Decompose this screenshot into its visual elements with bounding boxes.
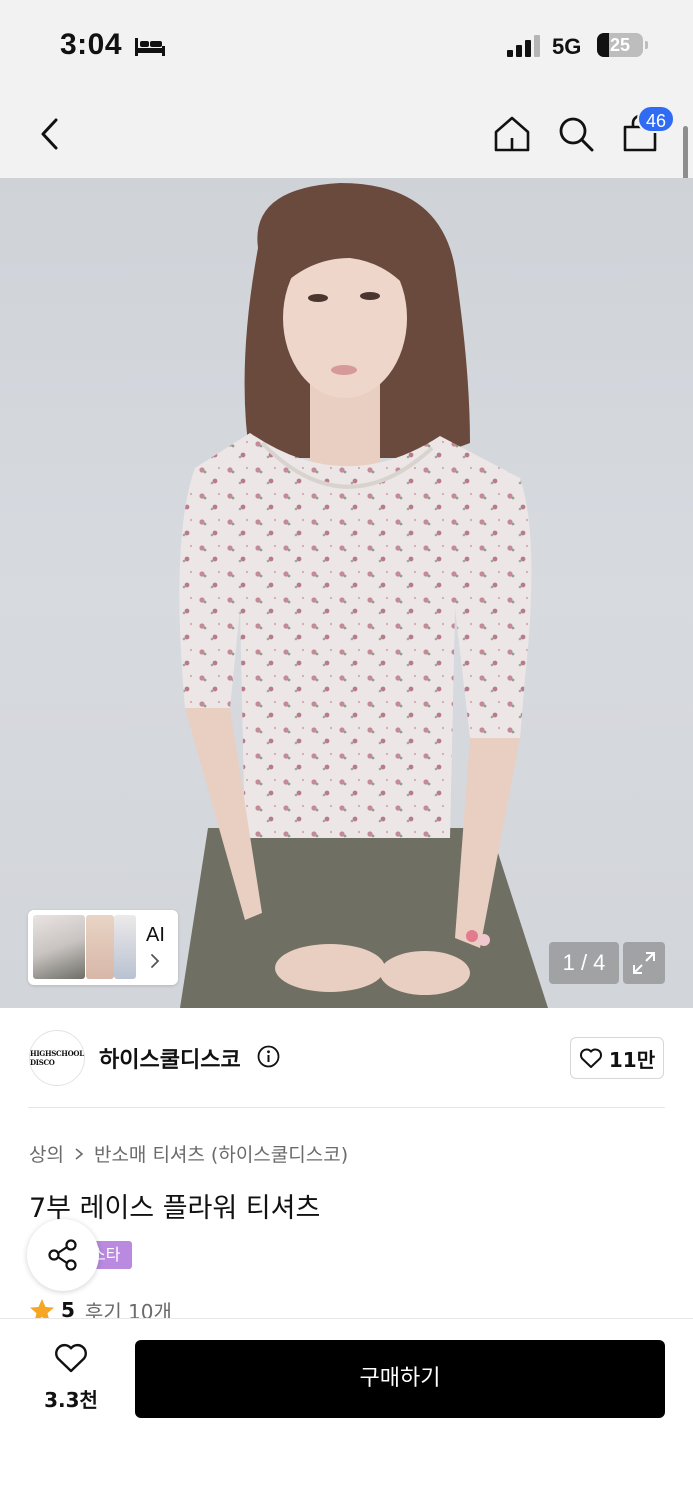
back-arrow-icon: [41, 118, 58, 150]
divider: [28, 1107, 665, 1108]
back-button[interactable]: [22, 90, 78, 178]
brand-name[interactable]: 하이스쿨디스코: [99, 1042, 241, 1074]
ai-style-card[interactable]: AI: [28, 910, 178, 985]
network-label: 5G: [552, 34, 582, 59]
home-button[interactable]: [484, 90, 540, 178]
chevron-right-icon: [151, 954, 160, 968]
breadcrumb: 상의 반소매 티셔츠 (하이스쿨디스코): [29, 1140, 348, 1167]
brand-logo[interactable]: HIGHSCHOOL DISCO: [29, 1030, 85, 1086]
breadcrumb-subcategory[interactable]: 반소매 티셔츠 (하이스쿨디스코): [94, 1140, 348, 1167]
ai-thumbnail-3: [114, 915, 136, 979]
nav-bar: [0, 90, 693, 178]
product-like-button[interactable]: 3.3천: [30, 1342, 112, 1418]
buy-button[interactable]: 구매하기: [135, 1340, 665, 1418]
share-icon: [48, 1239, 77, 1271]
battery-level: 25: [609, 35, 631, 55]
chevron-right-icon: [75, 1147, 84, 1160]
brand-like-button[interactable]: 11만: [570, 1037, 664, 1079]
heart-icon: [579, 1048, 602, 1068]
ai-thumbnail-2: [86, 915, 114, 979]
battery-cap: [645, 41, 648, 49]
brand-like-count: 11만: [608, 1047, 656, 1072]
product-like-count: 3.3천: [44, 1388, 98, 1412]
ai-label: AI: [146, 924, 165, 946]
image-page-counter: 1 / 4: [549, 942, 619, 984]
signal-icon: [507, 35, 540, 57]
product-title: 7부 레이스 플라워 티셔츠: [29, 1193, 321, 1224]
battery-icon: 25: [597, 33, 643, 57]
expand-button[interactable]: [623, 942, 665, 984]
product-image[interactable]: [0, 178, 693, 1008]
search-icon: [559, 117, 594, 152]
info-icon[interactable]: [257, 1045, 280, 1068]
status-bar: 3:04 5G 25: [0, 0, 693, 90]
search-button[interactable]: [548, 90, 604, 178]
heart-icon: [55, 1343, 87, 1373]
cart-count-badge: 46: [637, 105, 675, 133]
share-button[interactable]: [27, 1219, 99, 1291]
model-photo: [179, 183, 548, 1008]
expand-icon: [633, 952, 655, 974]
ai-thumbnail-1: [33, 915, 85, 979]
breadcrumb-category[interactable]: 상의: [29, 1140, 64, 1167]
status-time: 3:04: [60, 28, 123, 61]
brand-logo-text: HIGHSCHOOL DISCO: [30, 1049, 84, 1067]
bed-icon: [135, 38, 165, 56]
home-icon: [494, 116, 530, 152]
